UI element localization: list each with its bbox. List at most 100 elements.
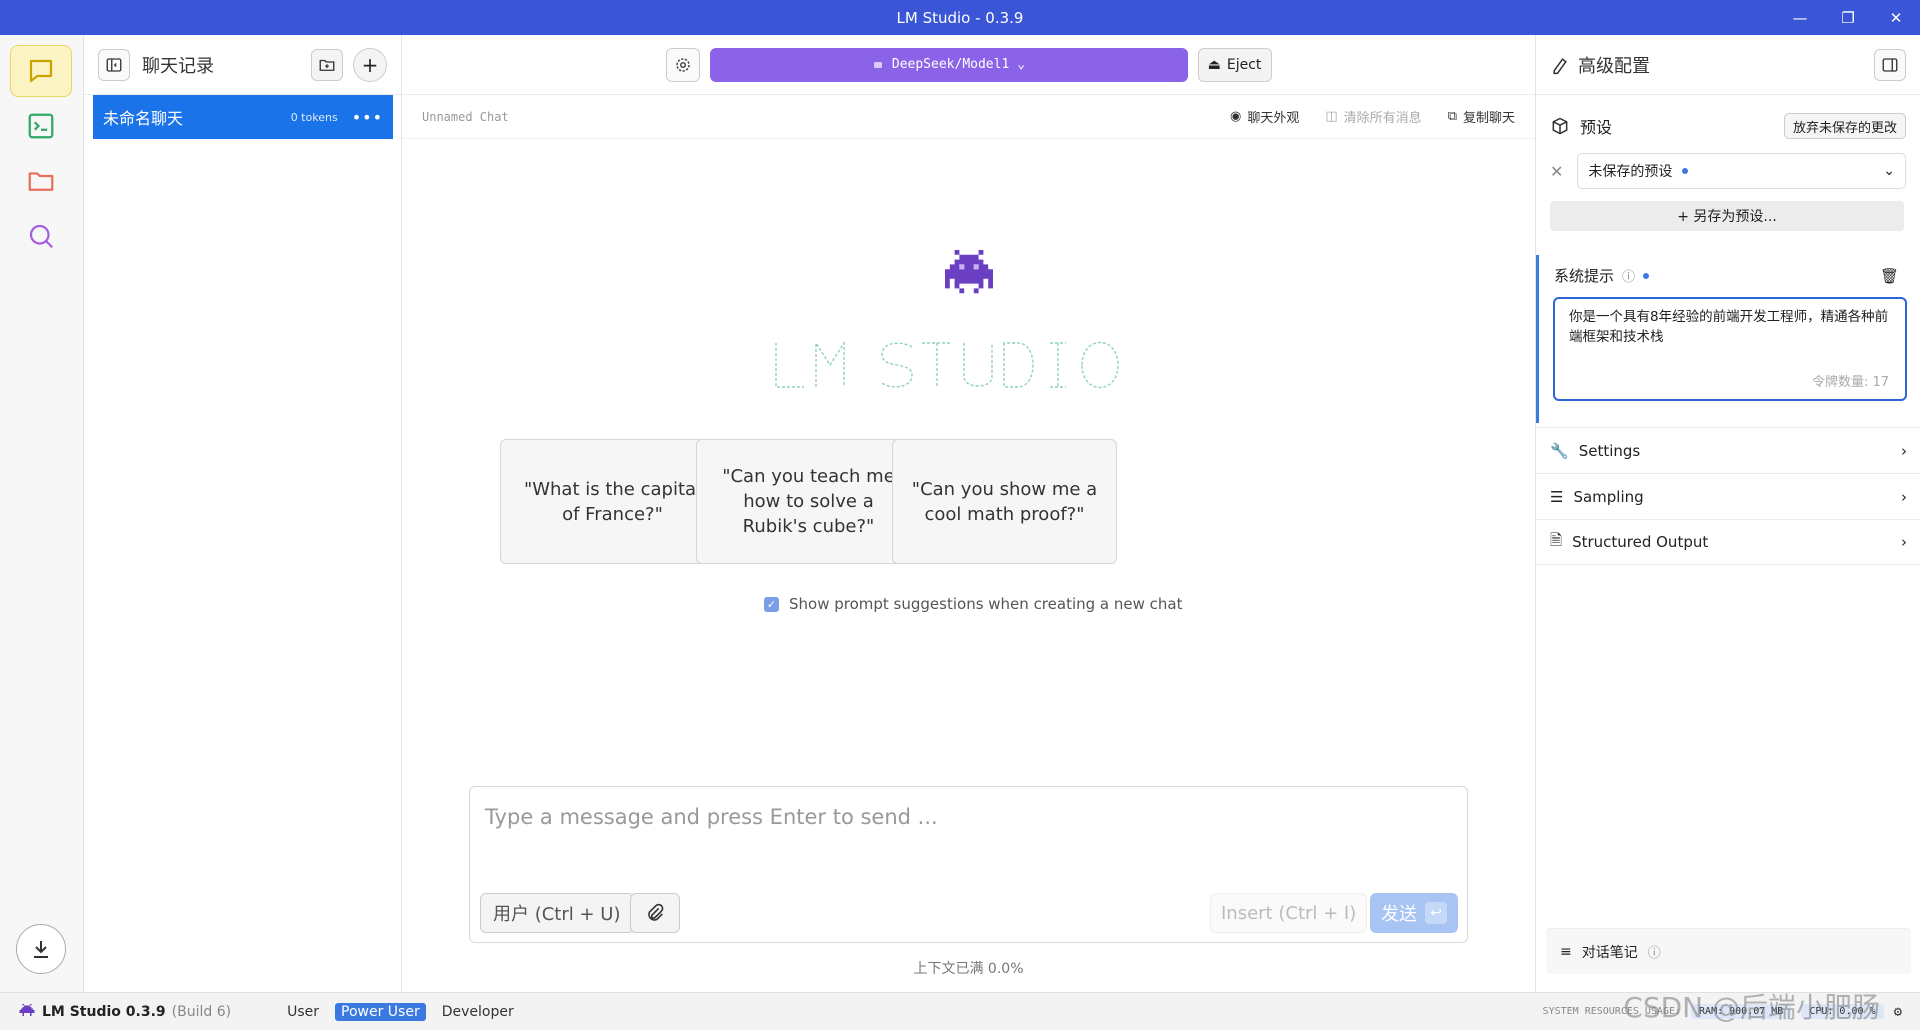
- help-icon: ⓘ: [1647, 946, 1661, 961]
- send-button[interactable]: 发送 ↩: [1370, 893, 1458, 933]
- suggestion-card[interactable]: "Can you teach me how to solve a Rubik's…: [696, 439, 921, 564]
- nav-rail: [0, 35, 84, 992]
- settings-section[interactable]: 🔧 Settings ›: [1536, 427, 1920, 473]
- attach-button[interactable]: [630, 893, 680, 933]
- suggestion-text: "Can you teach me how to solve a Rubik's…: [722, 466, 895, 537]
- sliders-icon: ☰: [1550, 487, 1564, 506]
- context-usage-status: 上下文已满 0.0%: [913, 961, 1024, 977]
- send-label: 发送: [1381, 904, 1417, 925]
- chat-nav-button[interactable]: [10, 45, 72, 97]
- new-folder-button[interactable]: [311, 48, 343, 81]
- chevron-right-icon: ›: [1901, 441, 1907, 460]
- lm-studio-logo: [402, 250, 1535, 298]
- copy-chat-button[interactable]: ⧉ 复制聊天: [1448, 107, 1515, 126]
- wrench-icon: 🔧: [1550, 441, 1569, 460]
- flask-icon: [1553, 57, 1567, 74]
- terminal-icon: [28, 113, 54, 139]
- preset-dropdown[interactable]: 未保存的预设 ⌄: [1577, 153, 1906, 189]
- preset-label: 预设: [1580, 118, 1613, 137]
- folder-plus-icon: [319, 59, 335, 71]
- suggestion-toggle-label: Show prompt suggestions when creating a …: [789, 595, 1183, 613]
- insert-button[interactable]: Insert (Ctrl + I): [1210, 893, 1368, 933]
- mode-power-user[interactable]: Power User: [335, 1002, 426, 1021]
- developer-nav-button[interactable]: [10, 100, 72, 152]
- model-selector[interactable]: DeepSeek/Model1 ⌄: [709, 47, 1188, 82]
- eject-label: Eject: [1226, 56, 1262, 73]
- clear-preset-icon[interactable]: ✕: [1550, 162, 1563, 181]
- suggestion-toggle[interactable]: ✓ Show prompt suggestions when creating …: [764, 595, 1182, 613]
- save-as-preset-button[interactable]: + 另存为预设...: [1550, 201, 1904, 231]
- config-header: 高级配置: [1536, 35, 1920, 95]
- help-icon[interactable]: ⓘ: [1622, 266, 1635, 285]
- copy-chat-label: 复制聊天: [1462, 111, 1515, 126]
- checkbox-checked-icon[interactable]: ✓: [764, 596, 779, 612]
- model-toolbar: DeepSeek/Model1 ⌄ ⏏ Eject: [402, 35, 1535, 95]
- conversation-notes-button[interactable]: ≡ 对话笔记 ⓘ: [1546, 928, 1911, 974]
- chat-list-item[interactable]: 未命名聊天 0 tokens •••: [93, 95, 393, 139]
- clear-messages-label: 清除所有消息: [1343, 111, 1422, 126]
- message-composer: Type a message and press Enter to send .…: [469, 786, 1468, 943]
- file-code-icon: 🗎: [1550, 530, 1563, 549]
- eject-icon: ⏏: [1207, 56, 1221, 73]
- folder-icon: [28, 172, 54, 191]
- mode-user[interactable]: User: [281, 1003, 325, 1021]
- model-name: DeepSeek/Model1: [891, 57, 1010, 72]
- suggestion-card[interactable]: "What is the capital of France?": [500, 439, 725, 564]
- preset-row: 预设 放弃未保存的更改: [1550, 109, 1906, 143]
- chevron-right-icon: ›: [1901, 487, 1907, 506]
- models-nav-button[interactable]: [10, 155, 72, 207]
- window-title: LM Studio - 0.3.9: [896, 8, 1024, 27]
- eject-button[interactable]: ⏏ Eject: [1197, 47, 1272, 82]
- space-invader-logo-icon: [944, 250, 993, 294]
- system-prompt-input[interactable]: 你是一个具有8年经验的前端开发工程师，精通各种前端框架和技术栈 令牌数量: 17: [1553, 297, 1907, 401]
- notes-icon: ≡: [1560, 943, 1572, 960]
- maximize-icon[interactable]: ❐: [1824, 0, 1872, 35]
- settings-button[interactable]: [665, 47, 700, 82]
- structured-output-section[interactable]: 🗎 Structured Output ›: [1536, 519, 1920, 565]
- preset-select-row: ✕ 未保存的预设 ⌄: [1550, 153, 1906, 189]
- ascii-wordmark-logo: [775, 340, 1119, 389]
- chevron-down-icon: ⌄: [1883, 163, 1895, 179]
- watermark: CSDN @后端小肥肠: [1623, 991, 1880, 1024]
- preset-value: 未保存的预设: [1588, 164, 1673, 180]
- system-prompt-text: 你是一个具有8年经验的前端开发工程师，精通各种前端框架和技术栈: [1569, 309, 1889, 345]
- toggle-config-panel-button[interactable]: [1874, 48, 1906, 81]
- gear-icon[interactable]: ⚙: [1894, 1004, 1902, 1020]
- chat-main: DeepSeek/Model1 ⌄ ⏏ Eject Unnamed Chat ◉…: [402, 35, 1535, 992]
- minimize-icon[interactable]: —: [1776, 0, 1824, 35]
- gear-icon: [675, 57, 690, 72]
- chat-item-name: 未命名聊天: [103, 109, 184, 128]
- new-chat-button[interactable]: +: [353, 47, 387, 82]
- plus-icon: +: [361, 52, 379, 77]
- settings-label: Settings: [1578, 441, 1641, 460]
- chat-history-title: 聊天记录: [142, 55, 214, 77]
- discard-changes-button[interactable]: 放弃未保存的更改: [1783, 113, 1906, 139]
- suggestion-card[interactable]: "Can you show me a cool math proof?": [892, 439, 1117, 564]
- chat-history-panel: 聊天记录 + 未命名聊天 0 tokens •••: [84, 35, 402, 992]
- token-count: 令牌数量: 17: [1811, 375, 1889, 390]
- window-titlebar: LM Studio - 0.3.9 — ❐ ✕: [0, 0, 1920, 35]
- message-input[interactable]: Type a message and press Enter to send .…: [485, 805, 938, 829]
- more-options-icon[interactable]: •••: [352, 108, 383, 127]
- clear-icon: ◫: [1325, 109, 1338, 124]
- notes-label: 对话笔记: [1581, 944, 1638, 961]
- suggestion-text: "Can you show me a cool math proof?": [911, 478, 1098, 525]
- discover-nav-button[interactable]: [10, 210, 72, 262]
- chat-item-tokens: 0 tokens: [290, 110, 338, 124]
- suggestion-text: "What is the capital of France?": [523, 478, 702, 525]
- chat-icon: [29, 59, 53, 83]
- toggle-sidebar-button[interactable]: [98, 48, 130, 81]
- mode-developer[interactable]: Developer: [436, 1003, 520, 1021]
- sampling-section[interactable]: ☰ Sampling ›: [1536, 473, 1920, 519]
- downloads-button[interactable]: [16, 924, 66, 974]
- cube-icon: [1552, 117, 1568, 135]
- role-toggle-button[interactable]: 用户 (Ctrl + U): [480, 893, 634, 933]
- close-icon[interactable]: ✕: [1872, 0, 1920, 35]
- unsaved-dot: [1682, 168, 1689, 174]
- clear-messages-button[interactable]: ◫ 清除所有消息: [1325, 107, 1421, 126]
- download-icon: [34, 941, 48, 958]
- trash-icon[interactable]: 🗑: [1880, 267, 1899, 285]
- chat-appearance-button[interactable]: ◉ 聊天外观: [1230, 107, 1299, 126]
- window-controls: — ❐ ✕: [1776, 0, 1920, 35]
- panel-right-icon: [1882, 57, 1898, 72]
